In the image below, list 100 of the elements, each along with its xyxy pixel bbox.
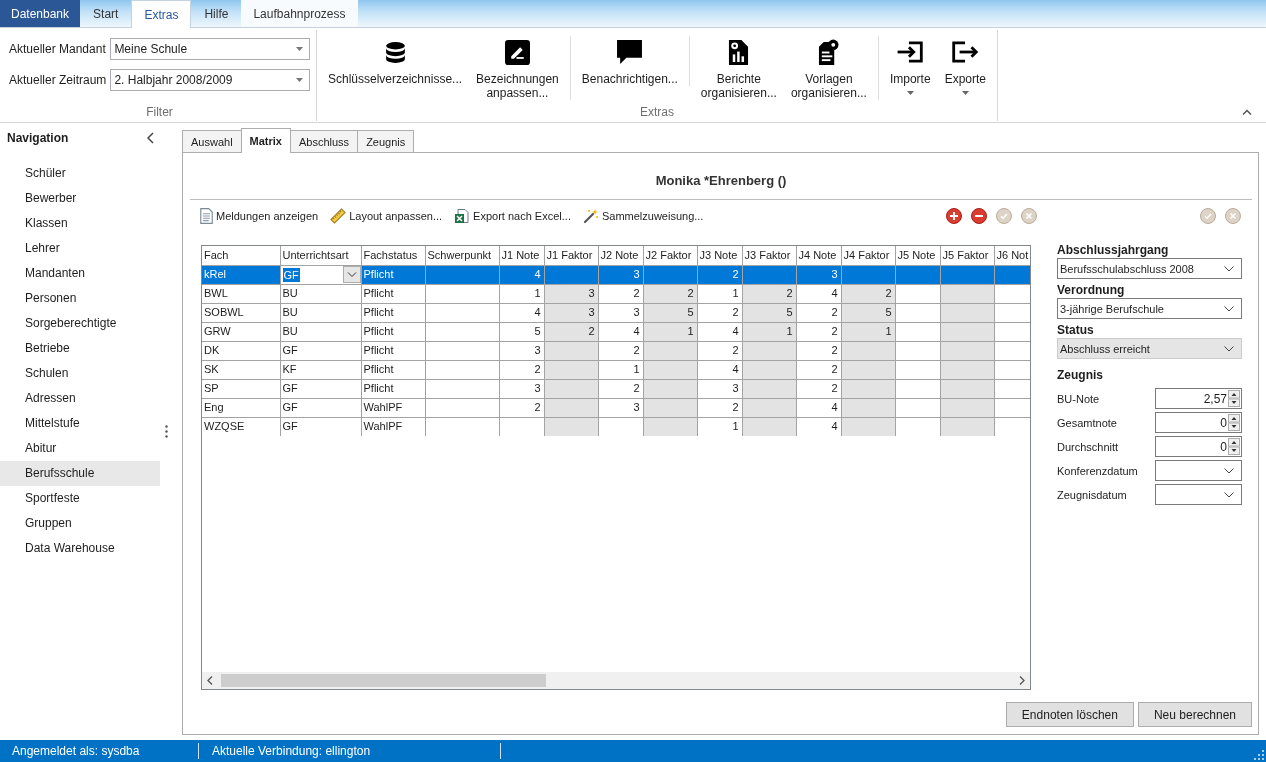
collapse-ribbon-icon[interactable]: [1242, 109, 1252, 115]
field-label: Zeugnisdatum: [1057, 488, 1127, 501]
ribbon-button[interactable]: Exporte: [937, 36, 993, 95]
table-cell: 5: [499, 322, 544, 341]
table-cell: WahlPF: [361, 417, 425, 436]
number-field[interactable]: 2,57: [1155, 388, 1242, 409]
column-header[interactable]: Unterrichtsart: [280, 246, 361, 265]
dropdown-field[interactable]: Berufsschulabschluss 2008: [1057, 258, 1242, 279]
number-field[interactable]: 0: [1155, 436, 1242, 457]
ribbon-tab[interactable]: Start: [80, 0, 132, 27]
splitter-grip-icon[interactable]: [164, 425, 168, 438]
spinner-icon[interactable]: [1228, 390, 1240, 407]
scrollbar-thumb[interactable]: [221, 674, 546, 687]
edit-icon: [504, 39, 530, 65]
nav-item[interactable]: Adressen: [0, 386, 160, 411]
resize-grip-icon[interactable]: [1254, 750, 1264, 760]
field-label: Gesamtnote: [1057, 416, 1117, 429]
nav-item[interactable]: Abitur: [0, 436, 160, 461]
dropdown-field[interactable]: Meine Schule: [110, 38, 310, 60]
field-label: Abschlussjahrgang: [1057, 243, 1169, 257]
date-field[interactable]: [1155, 484, 1242, 505]
column-header[interactable]: J5 Faktor: [940, 246, 994, 265]
spinner-icon[interactable]: [1228, 414, 1240, 431]
ribbon-button[interactable]: Berichte organisieren...: [693, 36, 784, 100]
table-cell: Pflicht: [361, 379, 425, 398]
toolbar-button[interactable]: Layout anpassen...: [330, 208, 443, 224]
toolbar-button[interactable]: Meldungen anzeigen: [200, 208, 319, 224]
table-cell: BU: [280, 322, 361, 341]
dropdown-field[interactable]: 3-jährige Berufschule: [1057, 298, 1242, 319]
table-cell: BU: [280, 284, 361, 303]
nav-item[interactable]: Sorgeberechtigte: [0, 311, 160, 336]
nav-item[interactable]: Schüler: [0, 161, 160, 186]
column-header[interactable]: Schwerpunkt: [425, 246, 499, 265]
tab[interactable]: Zeugnis: [357, 130, 415, 152]
ribbon-button[interactable]: Benachrichtigen...: [574, 36, 685, 86]
table-cell: Pflicht: [361, 303, 425, 322]
column-header[interactable]: J5 Note: [895, 246, 940, 265]
table-cell: 2: [697, 341, 742, 360]
table-cell: SK: [202, 360, 280, 379]
nav-item[interactable]: Sportfeste: [0, 486, 160, 511]
status-text: Angemeldet als: sysdba: [12, 744, 140, 758]
table-cell: [895, 322, 940, 341]
chevron-down-icon[interactable]: [342, 266, 361, 283]
document-icon: [200, 208, 213, 224]
tab[interactable]: Auswahl: [182, 130, 242, 152]
add-icon[interactable]: [946, 208, 962, 224]
table-cell: 2: [499, 360, 544, 379]
ribbon-button[interactable]: Bezeichnungen anpassen...: [469, 36, 566, 100]
nav-item[interactable]: Lehrer: [0, 236, 160, 261]
column-header[interactable]: J4 Note: [796, 246, 841, 265]
dropdown-field[interactable]: 2. Halbjahr 2008/2009: [110, 69, 310, 91]
number-field[interactable]: 0: [1155, 412, 1242, 433]
column-header[interactable]: J1 Faktor: [544, 246, 598, 265]
nav-item[interactable]: Berufsschule: [0, 461, 160, 486]
ribbon-button[interactable]: Schlüsselverzeichnisse...: [321, 36, 470, 100]
nav-item[interactable]: Schulen: [0, 361, 160, 386]
toolbar-button[interactable]: Sammelzuweisung...: [582, 208, 704, 224]
footer-button[interactable]: Endnoten löschen: [1005, 702, 1134, 727]
chevron-down-icon: [1224, 345, 1234, 352]
nav-item[interactable]: Mandanten: [0, 261, 160, 286]
nav-item[interactable]: Gruppen: [0, 511, 160, 536]
spinner-icon[interactable]: [1228, 438, 1240, 455]
date-field[interactable]: [1155, 460, 1242, 481]
tab[interactable]: Matrix: [240, 128, 291, 153]
column-header[interactable]: Fachstatus: [361, 246, 425, 265]
toolbar-button[interactable]: Export nach Excel...: [454, 208, 571, 224]
nav-item[interactable]: Betriebe: [0, 336, 160, 361]
nav-item[interactable]: Data Warehouse: [0, 536, 160, 561]
column-header[interactable]: J1 Note: [499, 246, 544, 265]
column-header[interactable]: Fach: [202, 246, 280, 265]
ribbon-tab[interactable]: Datenbank: [0, 0, 81, 27]
horizontal-scrollbar[interactable]: [202, 672, 1030, 689]
ribbon-button[interactable]: Importe: [882, 36, 938, 95]
footer-button[interactable]: Neu berechnen: [1137, 702, 1252, 727]
remove-icon[interactable]: [971, 208, 987, 224]
table-cell: [895, 360, 940, 379]
ruler-icon: [330, 208, 347, 224]
column-header[interactable]: J2 Note: [598, 246, 643, 265]
tab[interactable]: Abschluss: [290, 130, 359, 152]
table-cell: Eng: [202, 398, 280, 417]
nav-item[interactable]: Klassen: [0, 211, 160, 236]
collapse-icon[interactable]: [147, 132, 154, 144]
caret-icon: [906, 91, 914, 95]
table-cell: 2: [796, 379, 841, 398]
nav-item[interactable]: Personen: [0, 286, 160, 311]
ribbon-button[interactable]: Vorlagen organisieren...: [783, 36, 874, 100]
column-header[interactable]: J2 Faktor: [643, 246, 697, 265]
table-cell: 2: [598, 341, 643, 360]
column-header[interactable]: J6 Not: [994, 246, 1030, 265]
column-header[interactable]: J3 Faktor: [742, 246, 796, 265]
nav-item[interactable]: Mittelstufe: [0, 411, 160, 436]
ribbon-tab[interactable]: Laufbahnprozess: [241, 0, 358, 27]
table-cell: 1: [499, 284, 544, 303]
column-header[interactable]: J3 Note: [697, 246, 742, 265]
table-cell: 2: [796, 303, 841, 322]
nav-item[interactable]: Bewerber: [0, 186, 160, 211]
column-header[interactable]: J4 Faktor: [841, 246, 895, 265]
ribbon-tab[interactable]: Extras: [131, 0, 192, 28]
ribbon-tab[interactable]: Hilfe: [191, 0, 242, 27]
table-cell: Pflicht: [361, 341, 425, 360]
